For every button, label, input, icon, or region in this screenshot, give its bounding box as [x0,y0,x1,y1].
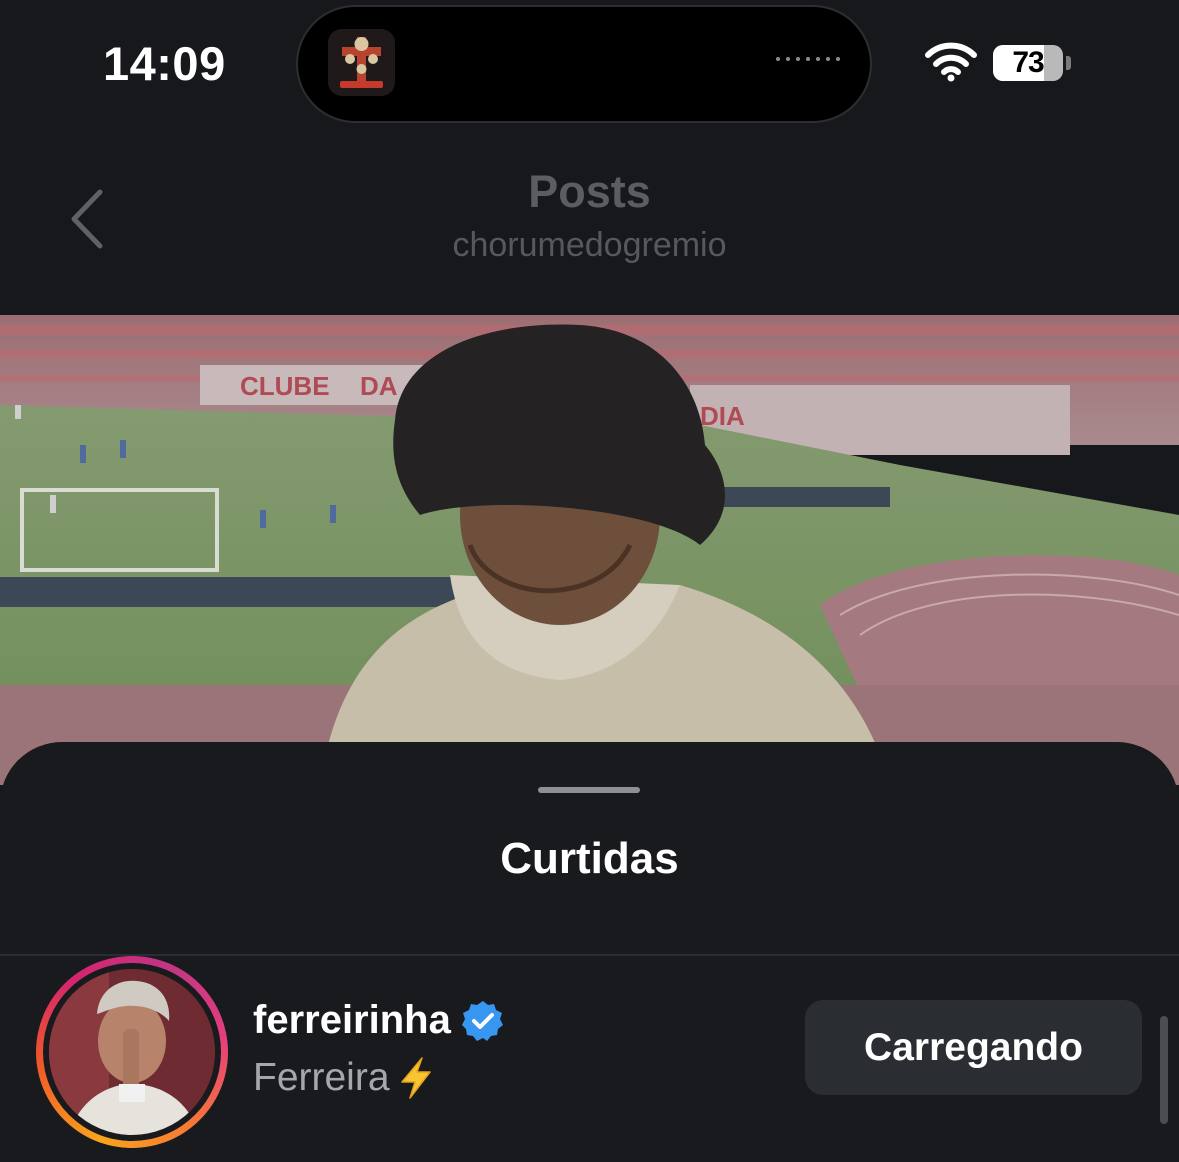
battery-icon: 73 [993,45,1063,81]
now-playing-app-icon [328,29,395,96]
status-time: 14:09 [103,37,226,90]
username-line: ferreirinha [253,998,505,1043]
lightning-icon [396,1056,436,1100]
battery-cap [1066,56,1071,70]
avatar [43,963,221,1141]
wifi-icon [925,42,977,82]
nav-header: Posts chorumedogremio [0,130,1179,315]
likes-sheet: Curtidas ferreirinha Ferreira Carregando [0,742,1179,1162]
page-subtitle-username[interactable]: chorumedogremio [0,226,1179,265]
verified-badge-icon [461,999,505,1043]
sheet-drag-handle[interactable] [538,787,640,793]
fullname-line: Ferreira [253,1056,436,1100]
dynamic-island[interactable] [298,7,870,121]
full-name: Ferreira [253,1056,390,1099]
status-bar: 14:09 73 [0,0,1179,130]
username[interactable]: ferreirinha [253,998,451,1043]
follow-status-button[interactable]: Carregando [805,1000,1142,1095]
sheet-title: Curtidas [500,834,679,883]
audio-activity-icon [776,57,840,61]
svg-text:CLUBE: CLUBE [240,371,330,401]
story-ring[interactable] [36,956,228,1148]
scrollbar[interactable] [1160,1016,1168,1124]
app-screen: 14:09 73 Posts chorumedogremio CLUBE DA … [0,0,1179,1162]
page-title: Posts [528,166,651,217]
svg-text:DA: DA [360,371,398,401]
avatar-photo [49,969,215,1135]
post-image[interactable]: CLUBE DA DIA [0,315,1179,785]
battery-level: 73 [1012,46,1044,79]
list-item[interactable]: ferreirinha Ferreira Carregando [0,956,1179,1156]
